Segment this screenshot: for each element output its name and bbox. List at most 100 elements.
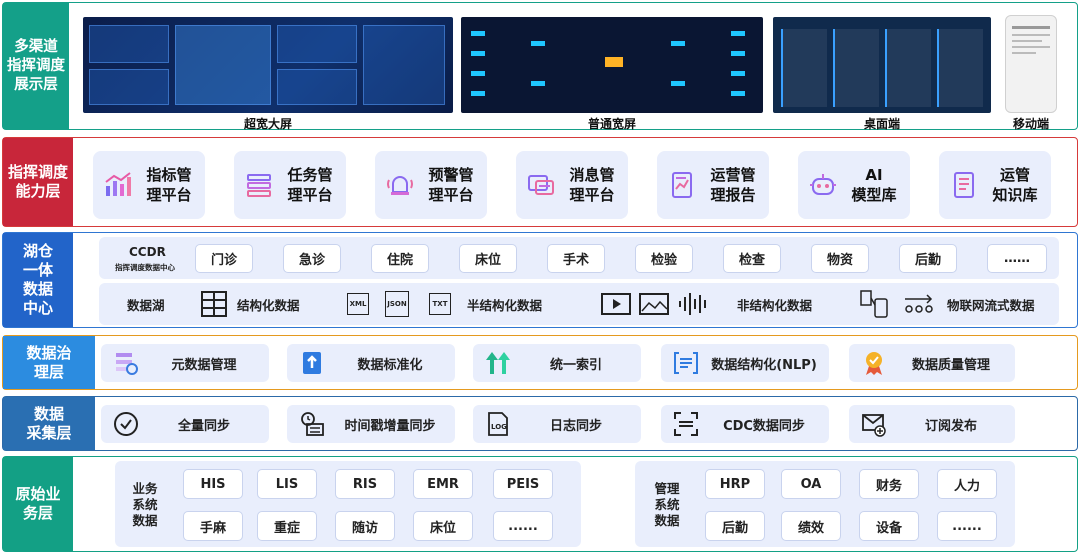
- display-layer: 多渠道 指挥调度 展示层 超宽大屏 普通宽屏 桌面端 移动端: [2, 2, 1078, 131]
- ccdr-row: CCDR 指挥调度数据中心 门诊 急诊 住院 床位 手术 检验 检查 物资 后勤…: [99, 237, 1059, 279]
- business-item: PEIS: [493, 469, 553, 499]
- ccdr-title: CCDR: [129, 245, 166, 259]
- data-lake-label: 数据湖: [127, 298, 165, 313]
- ultra-wide-screen-thumbnail: [83, 17, 453, 113]
- data-center-layer-label: 湖仓 一体 数据 中心: [3, 233, 73, 327]
- quality-medal-icon: [866, 352, 882, 375]
- report-icon: [672, 172, 692, 198]
- stream-flow-icon: [905, 294, 933, 313]
- txt-file-icon: TXT: [429, 293, 451, 315]
- check-circle-icon: [114, 412, 138, 436]
- iot-device-icon: [860, 290, 888, 318]
- robot-icon: [810, 174, 836, 195]
- business-item: 手麻: [183, 511, 243, 541]
- normal-wide-screen-thumbnail: [461, 17, 763, 113]
- structured-data-label: 结构化数据: [237, 298, 300, 313]
- governance-layer-label: 数据治 理层: [3, 336, 95, 389]
- semi-structured-data-label: 半结构化数据: [467, 298, 543, 313]
- management-systems-box: 管理 系统 数据 HRP OA 财务 人力 后勤 绩效 设备 ......: [635, 461, 1015, 547]
- mobile-caption: 移动端: [1012, 117, 1049, 131]
- xml-file-icon: XML: [347, 293, 369, 315]
- alarm-bell-icon: [387, 176, 413, 195]
- mail-subscribe-icon: [862, 414, 886, 437]
- tag-logistics: 后勤: [899, 244, 957, 273]
- sync-subscribe-publish: 订阅发布: [849, 405, 1015, 443]
- collection-layer-label: 数据 采集层: [3, 397, 95, 450]
- tag-more: ……: [987, 244, 1047, 273]
- management-item: HRP: [705, 469, 765, 499]
- json-file-icon: JSON: [385, 291, 409, 317]
- tag-bed: 床位: [459, 244, 517, 273]
- source-layer: 原始业 务层 业务 系统 数据 HIS LIS RIS EMR PEIS 手麻 …: [2, 456, 1078, 552]
- business-systems-title: 业务 系统 数据: [132, 481, 158, 528]
- index-icon: [486, 352, 510, 374]
- audio-wave-icon: [679, 293, 706, 315]
- tag-outpatient: 门诊: [195, 244, 253, 273]
- management-systems-title: 管理 系统 数据: [654, 481, 680, 528]
- governance-metadata: 元数据管理: [101, 344, 269, 382]
- normal-wide-screen-caption: 普通宽屏: [587, 117, 636, 131]
- management-item: 财务: [859, 469, 919, 499]
- unstructured-data-label: 非结构化数据: [737, 298, 813, 313]
- desktop-caption: 桌面端: [863, 117, 900, 131]
- business-item: 重症: [257, 511, 317, 541]
- display-layer-label: 多渠道 指挥调度 展示层: [3, 3, 69, 129]
- tag-emergency: 急诊: [283, 244, 341, 273]
- business-item: ......: [493, 511, 553, 541]
- capability-ops-report: 运营管 理报告: [657, 151, 769, 219]
- governance-nlp: 数据结构化(NLP): [661, 344, 829, 382]
- clock-calendar-icon: [301, 412, 324, 436]
- metadata-icon: [116, 353, 138, 375]
- tag-lab-test: 检验: [635, 244, 693, 273]
- table-grid-icon: [201, 291, 227, 317]
- mobile-screen-thumbnail: [1005, 15, 1057, 113]
- governance-quality: 数据质量管理: [849, 344, 1015, 382]
- management-item: ......: [937, 511, 997, 541]
- capability-ai-model: AI 模型库: [798, 151, 910, 219]
- task-list-icon: [247, 174, 271, 197]
- data-lake-row: 数据湖 结构化数据 XML JSON TXT 半结构化数据 非结构化数据 物联网…: [99, 283, 1059, 325]
- capability-layer-label: 指挥调度 能力层: [3, 138, 73, 226]
- management-item: 后勤: [705, 511, 765, 541]
- desktop-screen-thumbnail: [773, 17, 991, 113]
- collection-layer: 数据 采集层 全量同步 时间戳增量同步 LOG 日志同步 CDC数据同步 订阅发…: [2, 396, 1078, 451]
- cdc-icon: [674, 412, 698, 436]
- management-item: 绩效: [781, 511, 841, 541]
- sync-cdc: CDC数据同步: [661, 405, 829, 443]
- upload-file-icon: [303, 352, 321, 374]
- business-item: 床位: [413, 511, 473, 541]
- management-item: OA: [781, 469, 841, 499]
- management-item: 人力: [937, 469, 997, 499]
- ccdr-subtitle: 指挥调度数据中心: [115, 263, 175, 272]
- log-file-icon: LOG: [488, 412, 508, 436]
- business-systems-box: 业务 系统 数据 HIS LIS RIS EMR PEIS 手麻 重症 随访 床…: [115, 461, 581, 547]
- chart-icon: [105, 172, 131, 196]
- ultra-wide-screen-caption: 超宽大屏: [243, 117, 292, 131]
- image-icon: [639, 293, 669, 315]
- data-center-layer: 湖仓 一体 数据 中心 CCDR 指挥调度数据中心 门诊 急诊 住院 床位 手术…: [2, 232, 1078, 328]
- business-item: 随访: [335, 511, 395, 541]
- business-item: LIS: [257, 469, 317, 499]
- sync-timestamp-incremental: 时间戳增量同步: [287, 405, 455, 443]
- capability-message-platform: 消息管 理平台: [516, 151, 628, 219]
- business-item: HIS: [183, 469, 243, 499]
- tag-supplies: 物资: [811, 244, 869, 273]
- capability-task-platform: 任务管 理平台: [234, 151, 346, 219]
- knowledge-book-icon: [954, 172, 974, 198]
- video-icon: [601, 293, 631, 315]
- svg-text:LOG: LOG: [491, 423, 507, 431]
- capability-knowledge-base: 运管 知识库: [939, 151, 1051, 219]
- governance-standardization: 数据标准化: [287, 344, 455, 382]
- governance-layer: 数据治 理层 元数据管理 数据标准化 统一索引 数据结构化(NLP) 数据质量管…: [2, 335, 1078, 390]
- management-item: 设备: [859, 511, 919, 541]
- tag-examination: 检查: [723, 244, 781, 273]
- message-icon: [528, 175, 554, 195]
- business-item: EMR: [413, 469, 473, 499]
- governance-unified-index: 统一索引: [473, 344, 641, 382]
- source-layer-label: 原始业 务层: [3, 457, 73, 551]
- business-item: RIS: [335, 469, 395, 499]
- sync-full: 全量同步: [101, 405, 269, 443]
- capability-indicator-platform: 指标管 理平台: [93, 151, 205, 219]
- iot-stream-data-label: 物联网流式数据: [947, 298, 1035, 313]
- tag-inpatient: 住院: [371, 244, 429, 273]
